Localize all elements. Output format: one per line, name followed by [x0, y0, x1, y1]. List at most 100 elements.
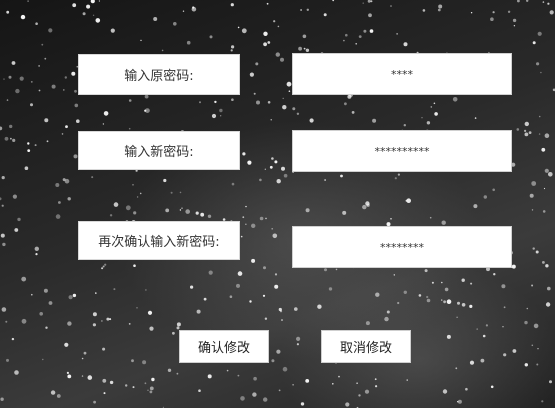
speck [298, 46, 302, 51]
speck [34, 246, 39, 251]
speck [51, 84, 56, 89]
speck [1, 204, 4, 207]
speck [526, 0, 529, 2]
speck [231, 182, 235, 186]
speck [403, 290, 407, 294]
speck [249, 300, 252, 303]
new-password-field[interactable] [292, 130, 512, 172]
speck [306, 8, 309, 11]
speck [362, 204, 367, 210]
speck [533, 323, 539, 329]
speck [277, 25, 280, 28]
speck [65, 125, 68, 129]
speck [501, 284, 506, 289]
speck [278, 389, 281, 392]
speck [256, 100, 260, 105]
speck [191, 6, 197, 12]
speck [249, 72, 254, 77]
speck [109, 380, 114, 385]
speck [364, 389, 370, 394]
confirm-button[interactable]: 确认修改 [179, 330, 269, 363]
speck [219, 108, 223, 113]
speck [140, 39, 142, 42]
speck [195, 211, 199, 215]
speck [542, 210, 546, 213]
speck [541, 147, 546, 152]
speck [12, 194, 17, 199]
speck [266, 2, 269, 5]
speck [167, 368, 172, 372]
speck [185, 209, 190, 214]
speck [422, 9, 426, 12]
speck [526, 307, 529, 310]
speck [358, 35, 362, 38]
speck [456, 316, 458, 318]
speck [544, 168, 549, 173]
confirm-password-field[interactable] [292, 226, 512, 268]
speck [173, 22, 177, 26]
speck [384, 316, 389, 322]
speck [532, 247, 535, 250]
speck [362, 2, 364, 4]
speck [144, 382, 147, 385]
speck [270, 119, 272, 121]
speck [461, 303, 466, 307]
speck [276, 179, 281, 184]
speck [125, 384, 128, 387]
speck [242, 152, 246, 156]
speck [305, 208, 310, 213]
speck [469, 360, 475, 365]
speck [274, 284, 279, 289]
speck [375, 292, 380, 297]
speck [230, 49, 233, 52]
speck [345, 402, 350, 407]
speck [305, 48, 310, 52]
speck [548, 172, 553, 177]
speck [113, 202, 119, 207]
cancel-button[interactable]: 取消修改 [321, 330, 411, 363]
speck [429, 216, 432, 219]
speck [332, 383, 334, 385]
speck [145, 108, 150, 113]
speck [72, 3, 77, 8]
speck [457, 301, 460, 305]
speck [267, 41, 271, 44]
speck [34, 144, 37, 147]
speck [98, 0, 100, 2]
speck [275, 52, 280, 57]
speck [296, 336, 301, 341]
speck [493, 273, 496, 276]
speck [517, 0, 520, 3]
speck [524, 121, 529, 127]
speck [48, 301, 53, 305]
speck [3, 78, 5, 80]
speck [524, 132, 529, 137]
speck [241, 28, 247, 34]
speck [163, 178, 167, 183]
speck [441, 299, 443, 301]
speck [263, 397, 268, 402]
speck [161, 49, 164, 52]
speck [230, 3, 234, 7]
speck [226, 369, 229, 372]
speck [265, 217, 267, 220]
speck [44, 118, 49, 123]
speck [516, 128, 520, 131]
speck [263, 266, 266, 270]
speck [81, 357, 84, 360]
speck [128, 127, 131, 130]
speck [86, 4, 91, 9]
speck [82, 12, 86, 16]
speck [424, 269, 428, 273]
speck [149, 326, 154, 331]
speck [106, 317, 110, 321]
speck [214, 100, 217, 104]
speck [367, 0, 371, 3]
speck [492, 188, 496, 192]
speck [340, 174, 343, 178]
speck [356, 382, 358, 385]
speck [323, 13, 327, 17]
speck [272, 233, 278, 239]
speck [406, 379, 408, 381]
old-password-field[interactable] [292, 53, 512, 95]
